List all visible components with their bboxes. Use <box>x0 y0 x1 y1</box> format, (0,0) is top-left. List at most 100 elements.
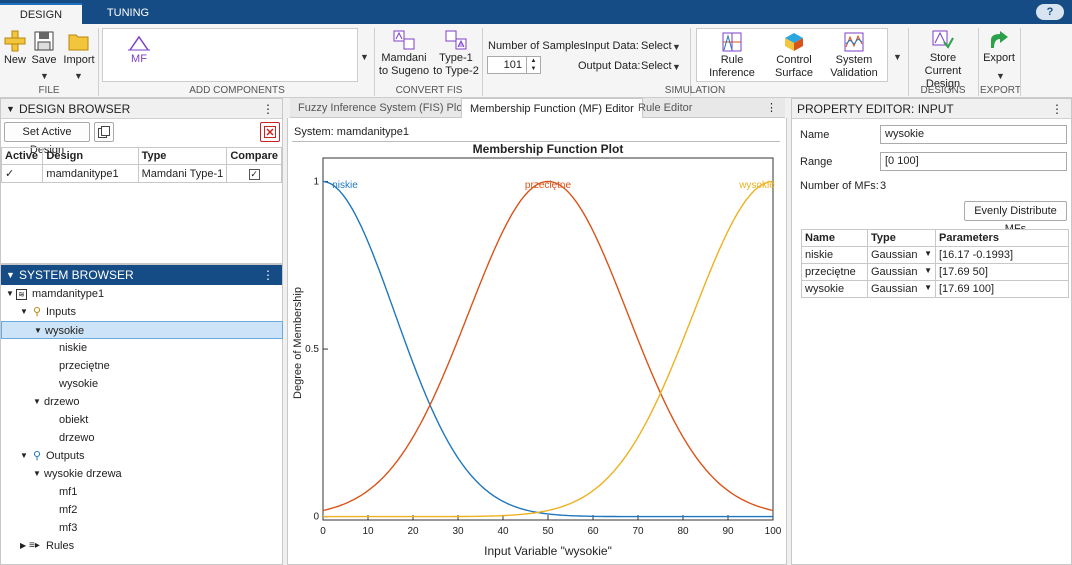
y-tick-label: 0 <box>313 512 319 523</box>
tree-item-mf-obiekt[interactable]: obiekt <box>1 411 283 429</box>
table-row[interactable]: wysokie Gaussian ▼ [17.69 100] <box>801 280 1069 298</box>
tree-item-mf3[interactable]: mf3 <box>1 519 283 537</box>
type1-to-type2-button[interactable]: Type-1 to Type-2 <box>432 30 480 78</box>
num-samples-label: Number of Samples <box>488 40 586 52</box>
tree-item-mf-przecietne[interactable]: przeciętne <box>1 357 283 375</box>
mf-type-select[interactable]: Gaussian ▼ <box>867 280 936 298</box>
mf-type-select[interactable]: Gaussian ▼ <box>867 263 936 281</box>
control-surface-button[interactable]: Control Surface <box>768 32 820 80</box>
x-tick-label: 0 <box>320 526 326 537</box>
help-icon[interactable]: ? <box>1036 4 1064 20</box>
input-data-dropdown-icon[interactable]: ▼ <box>672 42 681 52</box>
delete-design-button[interactable] <box>260 122 280 142</box>
num-samples-spinner[interactable]: 101 ▲ ▼ <box>487 56 541 74</box>
output-data-select[interactable]: Select <box>641 60 672 72</box>
new-label: New <box>3 54 26 66</box>
mf-plot: Membership Function Plot 0 10 20 30 40 50 60 70… <box>292 142 782 558</box>
x-tick-label: 60 <box>587 526 599 537</box>
design-browser-header: ▼ DESIGN BROWSER ⋮ <box>1 99 282 119</box>
mf-params[interactable]: [17.69 50] <box>935 263 1069 281</box>
tree-item-mf-niskie[interactable]: niskie <box>1 339 283 357</box>
compare-checkbox[interactable]: ✓ <box>226 164 282 183</box>
tab-design[interactable]: DESIGN <box>0 3 82 24</box>
store-line1: Store Current <box>924 52 962 77</box>
plot-axes <box>322 157 774 521</box>
x-axis-label: Input Variable "wysokie" <box>484 544 612 558</box>
column-header: Design <box>42 147 139 165</box>
mf-button[interactable]: MF <box>123 35 155 66</box>
tree-item-mf2[interactable]: mf2 <box>1 501 283 519</box>
type-convert-icon <box>445 30 467 50</box>
design-name: mamdanitype1 <box>42 164 139 183</box>
tree-item-outputs[interactable]: ▼ ⚲ Outputs <box>1 447 283 465</box>
table-row[interactable]: przeciętne Gaussian ▼ [17.69 50] <box>801 263 1069 281</box>
mf-name[interactable]: niskie <box>801 246 868 264</box>
more-options-icon[interactable]: ⋮ <box>1051 99 1063 119</box>
tree-item-mf-wysokie[interactable]: wysokie <box>1 375 283 393</box>
input-data-select[interactable]: Select <box>641 40 672 52</box>
dropdown-icon[interactable]: ▼ <box>924 249 932 258</box>
dropdown-icon[interactable]: ▼ <box>924 266 932 275</box>
property-editor-header: PROPERTY EDITOR: INPUT ⋮ <box>792 99 1071 119</box>
system-validation-button[interactable]: System Validation <box>828 32 880 80</box>
spinner-arrows-icon[interactable]: ▲ ▼ <box>526 57 540 73</box>
tab-fis-plot[interactable]: Fuzzy Inference System (FIS) Plot <box>290 98 474 118</box>
tab-rule-editor[interactable]: Rule Editor <box>630 98 700 118</box>
tree-item-output-wysokie-drzewa[interactable]: ▼ wysokie drzewa <box>1 465 283 483</box>
mamdani-to-sugeno-button[interactable]: Mamdani to Sugeno <box>378 30 430 78</box>
collapse-icon[interactable]: ▼ <box>6 99 15 119</box>
dropdown-icon[interactable]: ▼ <box>924 283 932 292</box>
column-header: Type <box>867 229 936 247</box>
new-button[interactable]: New <box>2 30 28 67</box>
name-field[interactable]: wysokie <box>880 125 1067 144</box>
tab-mf-editor[interactable]: Membership Function (MF) Editor <box>461 98 643 118</box>
column-header: Type <box>137 147 228 165</box>
divider <box>978 28 979 96</box>
evenly-distribute-mfs-button[interactable]: Evenly Distribute MFs <box>964 201 1067 235</box>
divider <box>908 28 909 96</box>
tree-item-input-wysokie[interactable]: ▼ wysokie <box>1 321 283 339</box>
table-row[interactable]: niskie Gaussian ▼ [16.17 -0.1993] <box>801 246 1069 264</box>
more-options-icon[interactable]: ⋮ <box>766 101 777 114</box>
store-current-design-button[interactable]: Store Current Design <box>912 30 974 91</box>
system-validation-icon <box>844 32 864 52</box>
save-dropdown-icon[interactable]: ▼ <box>40 71 49 81</box>
save-button[interactable]: Save <box>31 30 57 67</box>
more-options-icon[interactable]: ⋮ <box>262 265 274 285</box>
set-active-design-button[interactable]: Set Active Design <box>4 122 90 156</box>
tree-item-mf1[interactable]: mf1 <box>1 483 283 501</box>
table-row[interactable]: ✓ mamdanitype1 Mamdani Type-1 ✓ <box>0 164 282 183</box>
mf-params[interactable]: [17.69 100] <box>935 280 1069 298</box>
column-header: Active <box>0 147 44 165</box>
import-button[interactable]: Import <box>62 30 96 67</box>
mf-name[interactable]: przeciętne <box>801 263 868 281</box>
rule-inference-line2: Inference <box>709 67 755 79</box>
tab-tuning[interactable]: TUNING <box>90 3 166 24</box>
tree-item-fis[interactable]: ▼ ≋ mamdanitype1 <box>1 285 283 303</box>
duplicate-design-button[interactable] <box>94 122 114 142</box>
save-icon <box>34 31 54 51</box>
range-field[interactable]: [0 100] <box>880 152 1067 171</box>
tree-item-rules[interactable]: ▶ ≡▸ Rules <box>1 537 283 555</box>
system-icon: ≋ <box>16 289 27 300</box>
gallery-expand-icon[interactable]: ▼ <box>360 52 369 62</box>
mf-type-select[interactable]: Gaussian ▼ <box>867 246 936 264</box>
import-label: Import <box>63 54 95 66</box>
x-tick-label: 10 <box>362 526 374 537</box>
mf-params[interactable]: [16.17 -0.1993] <box>935 246 1069 264</box>
tree-item-input-drzewo[interactable]: ▼ drzewo <box>1 393 283 411</box>
components-gallery: MF <box>102 28 358 82</box>
rule-inference-button[interactable]: Rule Inference <box>706 32 758 80</box>
more-options-icon[interactable]: ⋮ <box>262 99 274 119</box>
collapse-icon[interactable]: ▼ <box>6 265 15 285</box>
output-data-dropdown-icon[interactable]: ▼ <box>672 62 681 72</box>
import-dropdown-icon[interactable]: ▼ <box>74 71 83 81</box>
active-check[interactable]: ✓ <box>0 164 44 183</box>
export-button[interactable]: Export <box>982 30 1016 65</box>
output-icon: ⚲ <box>33 450 42 462</box>
mf-name[interactable]: wysokie <box>801 280 868 298</box>
simulation-gallery-expand-icon[interactable]: ▼ <box>893 52 902 62</box>
tree-item-inputs[interactable]: ▼ ⚲ Inputs <box>1 303 283 321</box>
export-dropdown-icon[interactable]: ▼ <box>996 71 1005 81</box>
tree-item-mf-drzewo[interactable]: drzewo <box>1 429 283 447</box>
